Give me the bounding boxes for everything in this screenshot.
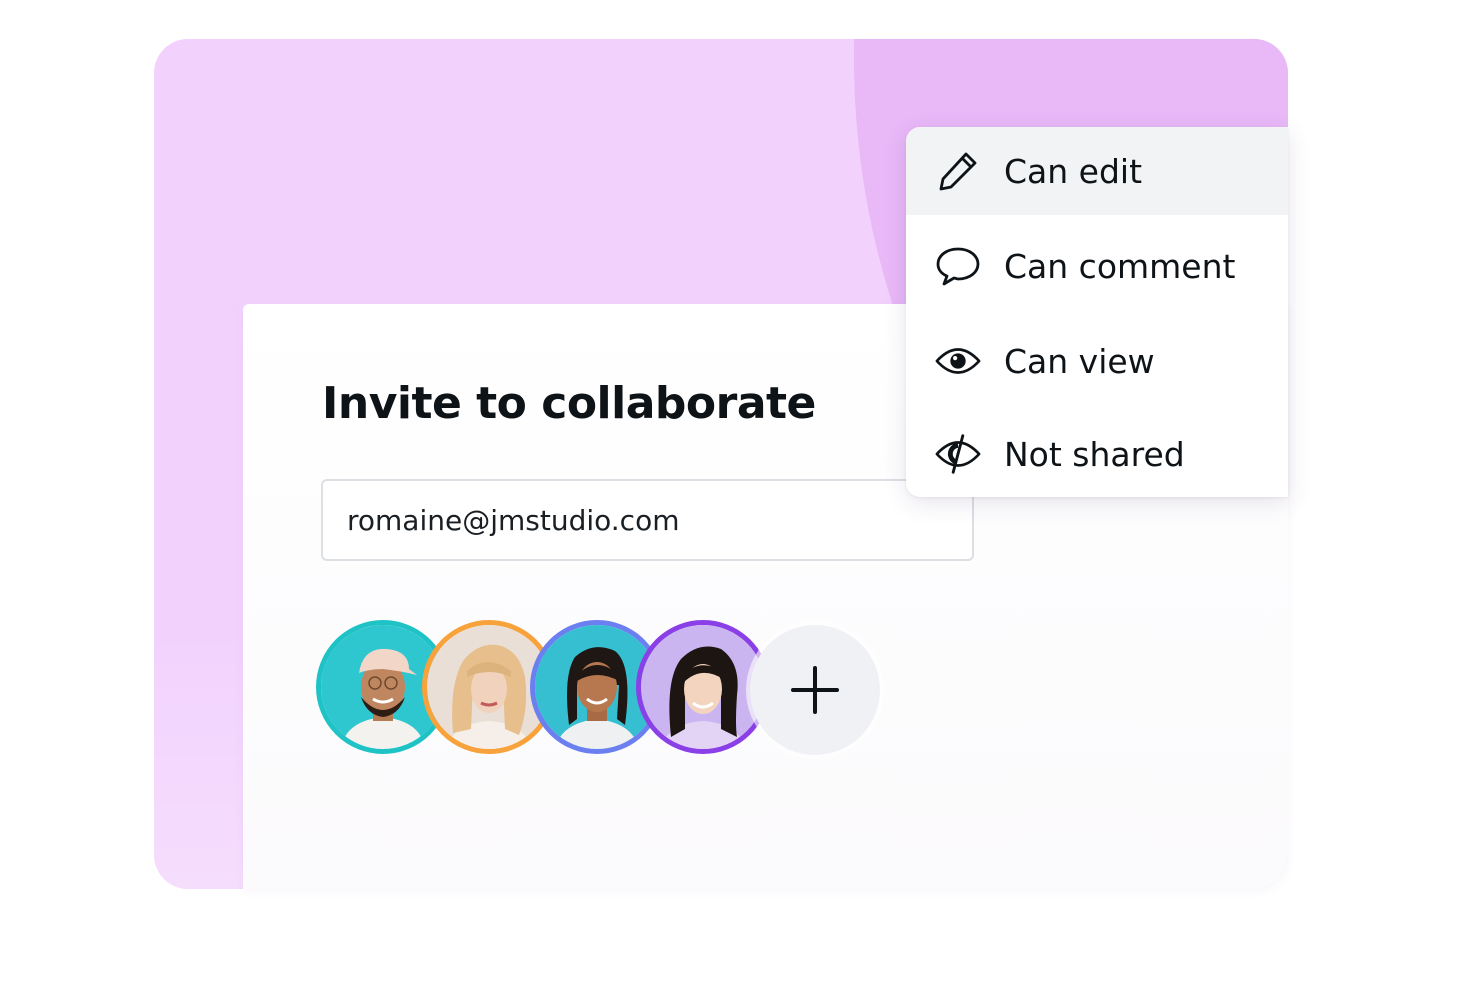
invite-title: Invite to collaborate [322,378,816,429]
menu-item-label: Can comment [1004,246,1236,286]
permission-menu: Can edit Can comment Can view Not shared [906,127,1288,497]
avatar-4-image [641,625,765,749]
menu-item-can-comment[interactable]: Can comment [906,222,1288,310]
menu-item-can-edit[interactable]: Can edit [906,127,1288,215]
menu-item-not-shared[interactable]: Not shared [906,410,1288,497]
eye-icon [934,337,982,385]
menu-item-label: Not shared [1004,434,1185,474]
pencil-icon [934,147,982,195]
menu-item-label: Can edit [1004,151,1143,191]
email-field[interactable]: romaine@jmstudio.com [321,479,974,561]
eye-slash-icon [934,430,982,478]
add-collaborator-button[interactable] [750,625,880,755]
stage: Invite to collaborate romaine@jmstudio.c… [0,0,1480,987]
speech-bubble-icon [934,242,982,290]
email-field-value: romaine@jmstudio.com [347,503,680,537]
menu-item-label: Can view [1004,341,1155,381]
plus-icon [791,666,839,714]
menu-item-can-view[interactable]: Can view [906,317,1288,405]
